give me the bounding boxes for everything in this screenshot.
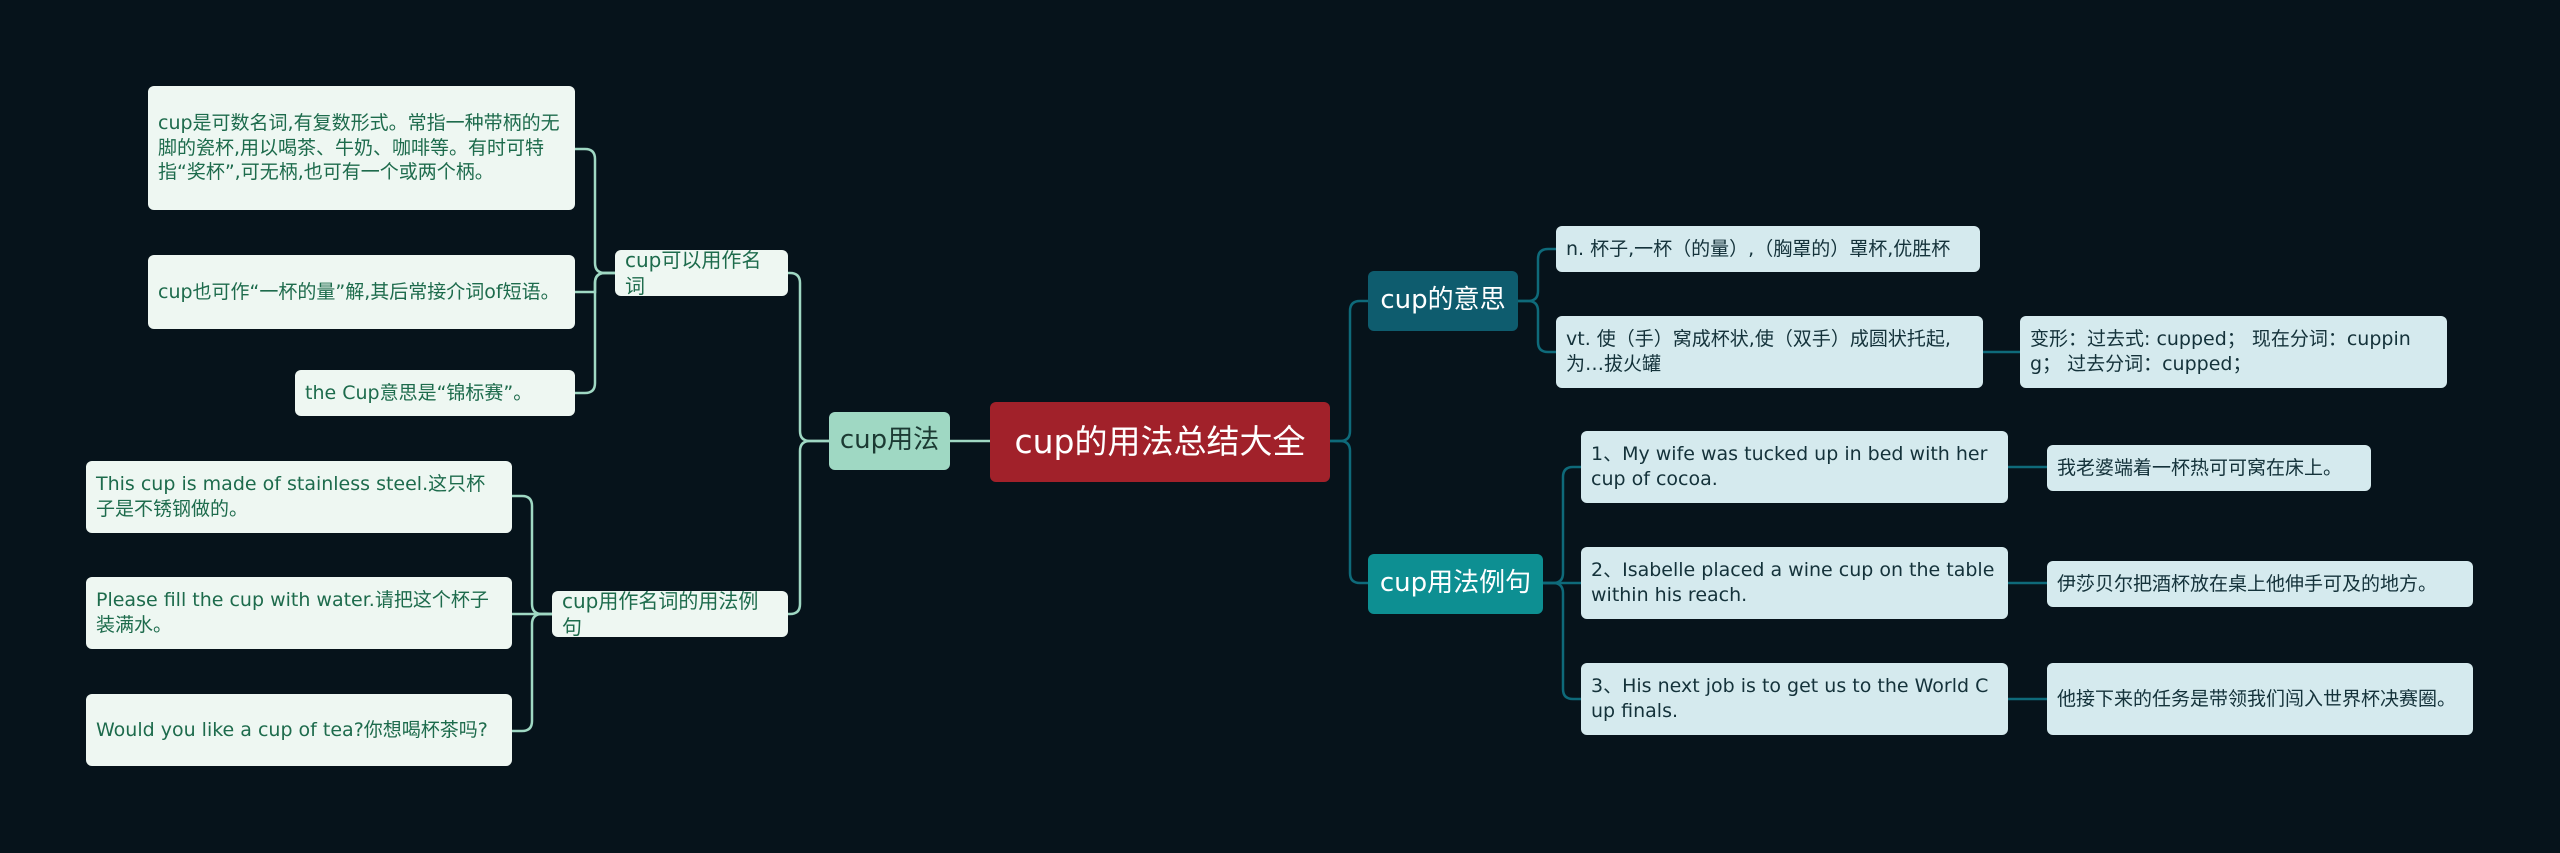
mindmap-canvas: cup的用法总结大全 cup用法 cup可以用作名词 cup用作名词的用法例句 … xyxy=(0,0,2560,853)
leaf-example-tea[interactable]: Would you like a cup of tea?你想喝杯茶吗? xyxy=(86,694,512,766)
leaf-meaning-noun[interactable]: n. 杯子,一杯（的量）,（胸罩的）罩杯,优胜杯 xyxy=(1556,226,1980,272)
leaf-example-steel[interactable]: This cup is made of stainless steel.这只杯子… xyxy=(86,461,512,533)
link-example-leaf-1 xyxy=(510,494,554,616)
branch-cup-examples[interactable]: cup用法例句 xyxy=(1368,554,1543,614)
leaf-the-cup[interactable]: the Cup意思是“锦标赛”。 xyxy=(295,370,575,416)
leaf-example-water[interactable]: Please fill the cup with water.请把这个杯子装满水… xyxy=(86,577,512,649)
link-left-noun xyxy=(786,271,831,443)
link-left-example xyxy=(786,439,831,616)
link-examples-1 xyxy=(1541,465,1583,585)
link-root-examples xyxy=(1328,439,1370,585)
leaf-example-1-zh[interactable]: 我老婆端着一杯热可可窝在床上。 xyxy=(2047,445,2371,491)
leaf-example-3-en[interactable]: 3、His next job is to get us to the World… xyxy=(1581,663,2008,735)
leaf-example-1-en[interactable]: 1、My wife was tucked up in bed with her … xyxy=(1581,431,2008,503)
leaf-meaning-verb[interactable]: vt. 使（手）窝成杯状,使（双手）成圆状托起,为…拔火罐 xyxy=(1556,316,1983,388)
link-noun-leaf-1 xyxy=(573,147,617,275)
leaf-noun-cupful[interactable]: cup也可作“一杯的量”解,其后常接介词of短语。 xyxy=(148,255,575,329)
node-noun-examples[interactable]: cup用作名词的用法例句 xyxy=(552,589,788,639)
leaf-verb-forms[interactable]: 变形：过去式: cupped； 现在分词：cupping； 过去分词：cuppe… xyxy=(2020,316,2447,388)
node-cup-as-noun[interactable]: cup可以用作名词 xyxy=(615,248,788,298)
leaf-example-2-zh[interactable]: 伊莎贝尔把酒杯放在桌上他伸手可及的地方。 xyxy=(2047,561,2473,607)
branch-cup-usage[interactable]: cup用法 xyxy=(829,412,950,470)
link-meaning-verb xyxy=(1516,299,1558,354)
link-example-leaf-3 xyxy=(510,612,554,733)
leaf-example-3-zh[interactable]: 他接下来的任务是带领我们闯入世界杯决赛圈。 xyxy=(2047,663,2473,735)
link-examples-3 xyxy=(1541,581,1583,701)
leaf-example-2-en[interactable]: 2、Isabelle placed a wine cup on the tabl… xyxy=(1581,547,2008,619)
root-node[interactable]: cup的用法总结大全 xyxy=(990,402,1330,482)
branch-cup-meaning[interactable]: cup的意思 xyxy=(1368,271,1518,331)
link-root-meaning xyxy=(1328,299,1370,443)
leaf-noun-countable[interactable]: cup是可数名词,有复数形式。常指一种带柄的无脚的瓷杯,用以喝茶、牛奶、咖啡等。… xyxy=(148,86,575,210)
link-meaning-noun xyxy=(1516,247,1558,303)
